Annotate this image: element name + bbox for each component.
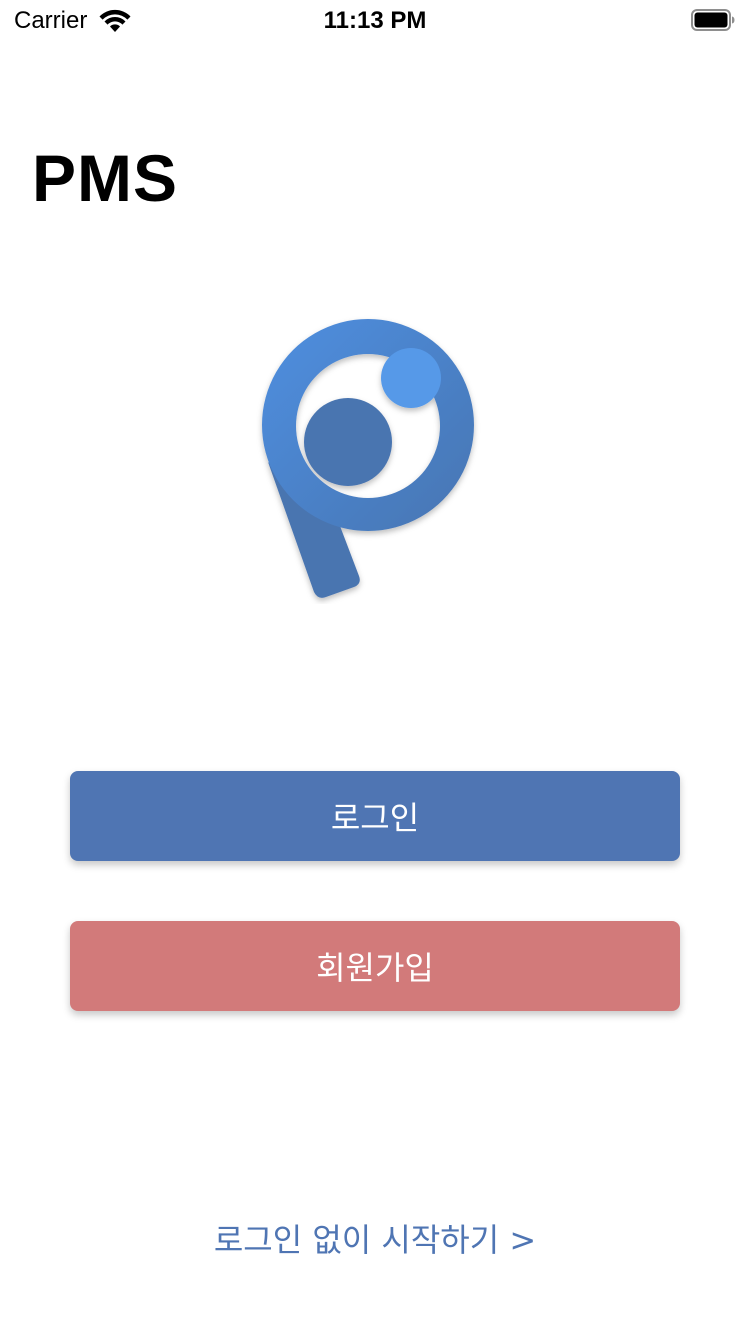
status-bar: Carrier 11:13 PM: [0, 0, 750, 40]
battery-icon: [691, 9, 735, 31]
status-time: 11:13 PM: [323, 7, 427, 34]
start-without-login-link[interactable]: 로그인 없이 시작하기 >: [0, 1218, 750, 1262]
signup-button[interactable]: 회원가입: [70, 921, 680, 1011]
login-button[interactable]: 로그인: [70, 771, 680, 861]
pms-logo: [261, 319, 474, 598]
app-title: PMS: [32, 141, 179, 215]
